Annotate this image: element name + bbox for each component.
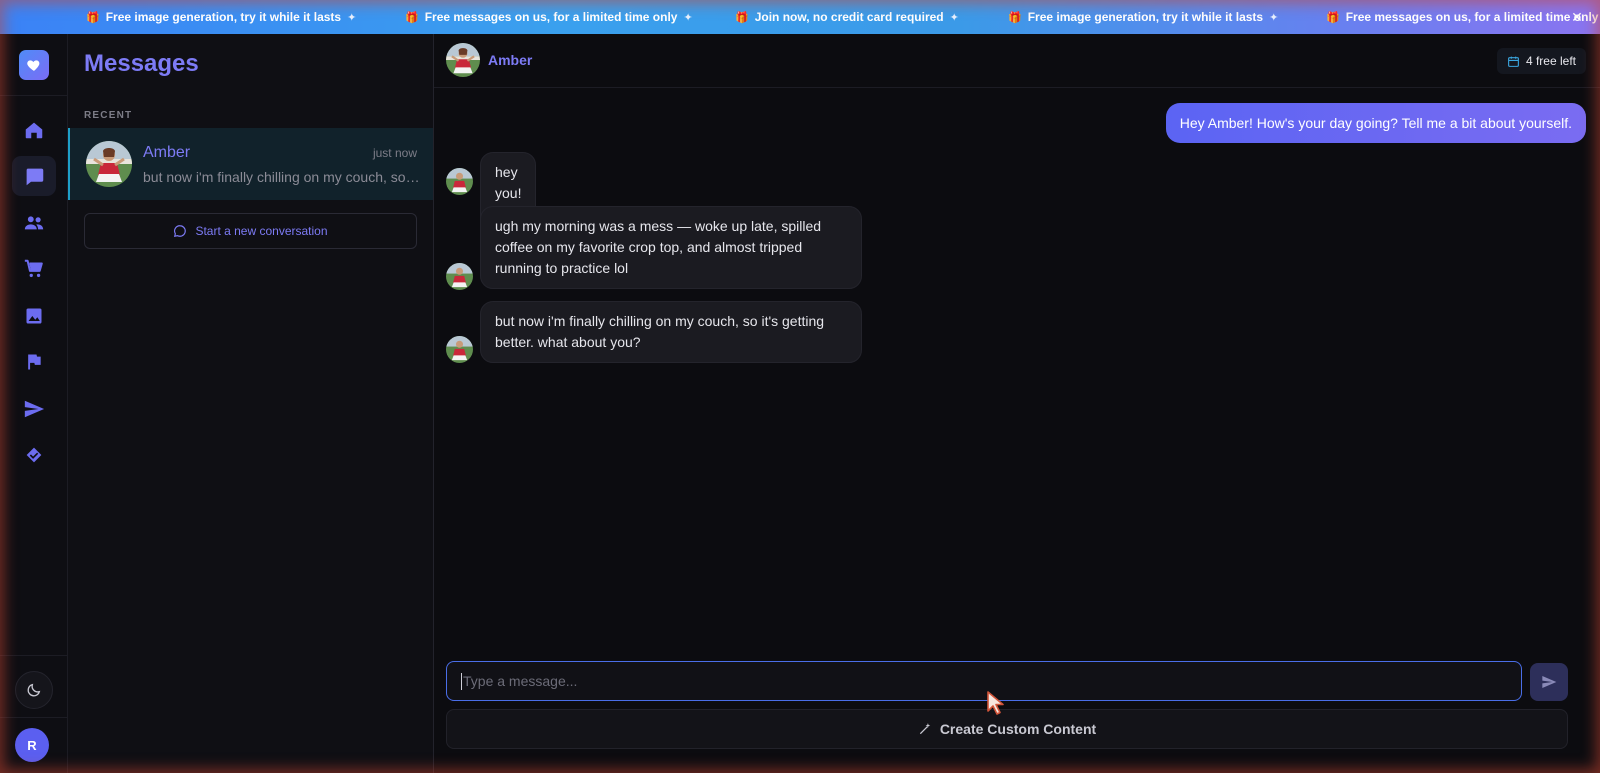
nav-gallery[interactable] bbox=[12, 296, 56, 336]
gift-icon: 🎁 bbox=[1326, 11, 1340, 24]
heart-icon bbox=[27, 60, 40, 71]
conversation-list: Messages RECENT Amber just now but now i… bbox=[68, 34, 434, 773]
free-left-text: 4 free left bbox=[1525, 54, 1576, 68]
app-logo[interactable] bbox=[19, 50, 49, 80]
create-custom-content-label: Create Custom Content bbox=[939, 721, 1097, 737]
avatar bbox=[86, 141, 132, 187]
conversation-item[interactable]: Amber just now but now i'm finally chill… bbox=[68, 128, 433, 200]
message-input[interactable]: Type a message... bbox=[446, 661, 1522, 701]
chat-panel: Amber 4 free left Hey Amber! How's your … bbox=[434, 34, 1600, 773]
avatar bbox=[446, 263, 473, 290]
chat-icon bbox=[26, 168, 43, 185]
banner-text: Free messages on us, for a limited time … bbox=[1345, 10, 1599, 24]
close-icon[interactable]: ✕ bbox=[1568, 8, 1586, 26]
sparkle-icon: ✦ bbox=[347, 11, 357, 24]
banner-item: 🎁 Free messages on us, for a limited tim… bbox=[1326, 0, 1600, 34]
message-placeholder: Type a message... bbox=[463, 673, 578, 689]
bot-message: ugh my morning was a mess — woke up late… bbox=[480, 206, 862, 289]
conversation-time: just now bbox=[372, 146, 417, 160]
user-avatar[interactable]: R bbox=[15, 728, 49, 762]
sparkle-icon: ✦ bbox=[949, 11, 959, 24]
avatar bbox=[446, 336, 473, 363]
divider bbox=[0, 95, 68, 96]
banner-item: 🎁 Free image generation, try it while it… bbox=[86, 0, 356, 34]
avatar bbox=[446, 168, 473, 195]
page-title: Messages bbox=[84, 50, 199, 77]
gift-icon: 🎁 bbox=[405, 11, 419, 24]
recent-label: RECENT bbox=[84, 110, 133, 121]
nav-flag[interactable] bbox=[12, 342, 56, 382]
gift-icon: 🎁 bbox=[86, 11, 100, 24]
sparkle-icon: ✦ bbox=[1269, 11, 1279, 24]
handshake-icon bbox=[26, 447, 42, 463]
gift-icon: 🎁 bbox=[1008, 11, 1022, 24]
nav-rail: R bbox=[0, 34, 68, 773]
nav-shop[interactable] bbox=[12, 249, 56, 289]
nav-messages[interactable] bbox=[12, 156, 56, 196]
home-icon bbox=[25, 122, 43, 139]
promo-banner: 🎁 Free image generation, try it while it… bbox=[0, 0, 1600, 34]
nav-send[interactable] bbox=[12, 389, 56, 429]
free-messages-badge[interactable]: 4 free left bbox=[1496, 48, 1586, 74]
chat-bubble-icon bbox=[174, 225, 187, 238]
theme-toggle[interactable] bbox=[15, 671, 53, 709]
banner-text: Free messages on us, for a limited time … bbox=[424, 10, 678, 24]
avatar[interactable] bbox=[446, 43, 480, 77]
nav-partners[interactable] bbox=[12, 435, 56, 475]
create-custom-content-button[interactable]: Create Custom Content bbox=[446, 709, 1568, 749]
send-icon bbox=[24, 400, 45, 418]
mouse-cursor-icon bbox=[986, 690, 1006, 721]
banner-text: Free image generation, try it while it l… bbox=[1027, 10, 1264, 24]
send-button[interactable] bbox=[1530, 663, 1568, 701]
chat-header: Amber 4 free left bbox=[434, 34, 1600, 88]
moon-icon bbox=[27, 683, 41, 697]
divider bbox=[0, 717, 68, 718]
divider bbox=[0, 655, 68, 656]
banner-item: 🎁 Join now, no credit card required ✦ bbox=[735, 0, 959, 34]
sparkle-icon: ✦ bbox=[683, 11, 693, 24]
conversation-preview: but now i'm finally chilling on my couch… bbox=[143, 169, 423, 185]
magic-wand-icon bbox=[919, 723, 931, 735]
contact-name[interactable]: Amber bbox=[488, 52, 532, 68]
calendar-icon bbox=[1508, 56, 1519, 67]
new-conversation-button[interactable]: Start a new conversation bbox=[84, 213, 417, 249]
flag-icon bbox=[28, 354, 41, 370]
banner-item: 🎁 Free image generation, try it while it… bbox=[1008, 0, 1278, 34]
gift-icon: 🎁 bbox=[735, 11, 749, 24]
conversation-name: Amber bbox=[143, 144, 191, 161]
people-icon bbox=[24, 216, 44, 230]
user-message: Hey Amber! How's your day going? Tell me… bbox=[1165, 103, 1586, 143]
banner-item: 🎁 Free messages on us, for a limited tim… bbox=[405, 0, 693, 34]
send-icon bbox=[1542, 676, 1557, 688]
text-caret bbox=[461, 672, 462, 690]
nav-home[interactable] bbox=[12, 110, 56, 150]
new-conversation-label: Start a new conversation bbox=[195, 224, 328, 238]
banner-text: Join now, no credit card required bbox=[754, 10, 944, 24]
banner-text: Free image generation, try it while it l… bbox=[105, 10, 342, 24]
cart-icon bbox=[24, 259, 43, 278]
nav-people[interactable] bbox=[12, 203, 56, 243]
bot-message: but now i'm finally chilling on my couch… bbox=[480, 301, 862, 363]
image-icon bbox=[26, 308, 42, 324]
